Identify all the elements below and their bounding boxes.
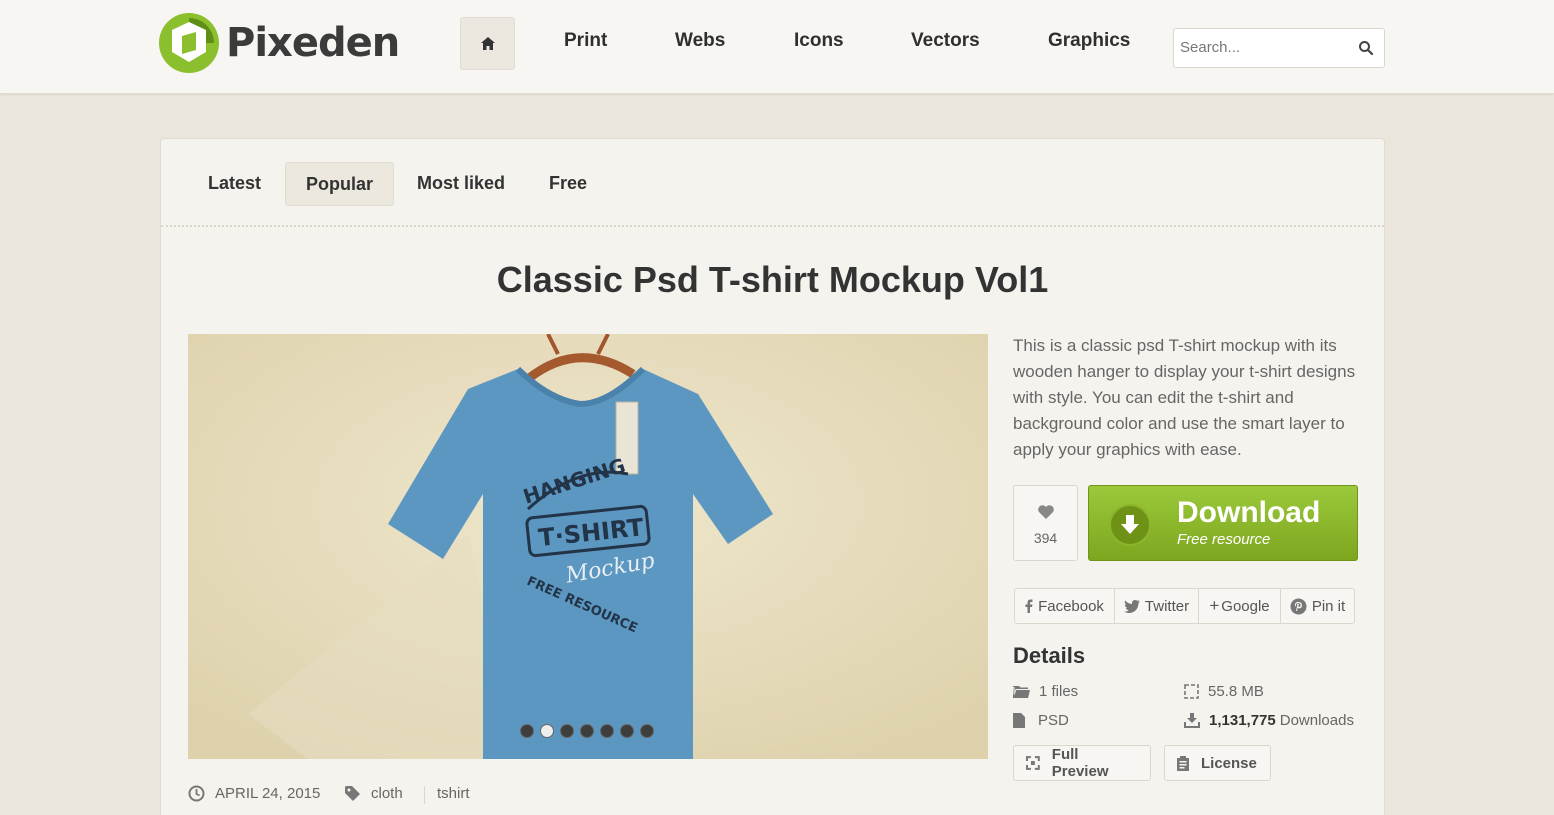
pixeden-logo-icon xyxy=(159,13,219,73)
home-icon xyxy=(480,37,495,50)
search-icon[interactable] xyxy=(1358,40,1374,56)
files-count: 1 files xyxy=(1039,683,1079,700)
nav-webs[interactable]: Webs xyxy=(675,30,725,52)
tab-latest[interactable]: Latest xyxy=(188,162,281,206)
nav-graphics[interactable]: Graphics xyxy=(1048,30,1130,52)
file-icon xyxy=(1013,713,1025,728)
main-panel: Latest Popular Most liked Free Classic P… xyxy=(160,138,1385,815)
tab-free[interactable]: Free xyxy=(529,162,607,206)
download-arrow-icon xyxy=(1121,515,1139,534)
downloads-label: Downloads xyxy=(1279,712,1354,729)
download-tray-icon xyxy=(1184,713,1200,728)
detail-files: 1 files xyxy=(1013,683,1078,700)
detail-format: PSD xyxy=(1013,712,1069,729)
file-size: 55.8 MB xyxy=(1208,683,1264,700)
divider xyxy=(161,225,1384,227)
share-google-label: Google xyxy=(1221,597,1270,615)
product-description: This is a classic psd T-shirt mockup wit… xyxy=(1013,336,1356,459)
download-sublabel: Free resource xyxy=(1177,531,1271,548)
like-button[interactable]: 394 xyxy=(1013,485,1078,561)
logo[interactable]: Pixeden xyxy=(158,12,400,74)
download-circle xyxy=(1109,504,1151,546)
nav-print[interactable]: Print xyxy=(564,30,607,52)
clock-icon xyxy=(188,785,205,802)
expand-icon xyxy=(1184,684,1199,699)
share-twitter[interactable]: Twitter xyxy=(1115,589,1199,623)
twitter-icon xyxy=(1123,599,1140,613)
nav-icons[interactable]: Icons xyxy=(794,30,844,52)
slider-dots xyxy=(520,724,654,738)
search-input[interactable] xyxy=(1180,39,1350,56)
slider-dot[interactable] xyxy=(520,724,534,738)
tag-item: tshirt xyxy=(437,785,470,802)
share-pinterest-label: Pin it xyxy=(1311,597,1346,615)
download-button[interactable]: Download Free resource xyxy=(1088,485,1358,561)
facebook-icon xyxy=(1025,599,1033,613)
product-preview-image[interactable]: HANGING T·SHIRT Mockup FREE RESOURCE xyxy=(188,334,988,759)
full-preview-button[interactable]: Full Preview xyxy=(1013,745,1151,781)
detail-size: 55.8 MB xyxy=(1184,683,1264,700)
pinterest-icon xyxy=(1290,598,1307,614)
nav-home-button[interactable] xyxy=(460,17,515,70)
logo-text: Pixeden xyxy=(226,20,400,66)
slider-dot[interactable] xyxy=(640,724,654,738)
slider-dot[interactable] xyxy=(620,724,634,738)
file-format: PSD xyxy=(1038,712,1069,729)
fullscreen-icon xyxy=(1026,756,1040,770)
share-pinterest[interactable]: Pin it xyxy=(1281,589,1354,623)
publish-date: APRIL 24, 2015 xyxy=(188,785,320,802)
tag-list: cloth xyxy=(345,785,403,802)
detail-downloads: 1,131,775 Downloads xyxy=(1184,712,1354,729)
share-twitter-label: Twitter xyxy=(1144,597,1190,615)
heart-icon xyxy=(1038,505,1054,519)
tag-icon xyxy=(345,785,360,801)
tag-cloth[interactable]: cloth xyxy=(371,785,403,802)
download-label: Download xyxy=(1177,496,1321,529)
filter-tabs: Latest Popular Most liked Free xyxy=(161,139,1384,227)
date-text: APRIL 24, 2015 xyxy=(215,785,321,802)
share-google[interactable]: + Google xyxy=(1199,589,1281,623)
site-header: Pixeden Print Webs Icons Vectors Graphic… xyxy=(0,0,1554,94)
share-facebook[interactable]: Facebook xyxy=(1015,589,1115,623)
slider-dot[interactable] xyxy=(540,724,554,738)
tag-separator xyxy=(424,786,425,804)
clipboard-icon xyxy=(1177,755,1189,771)
share-bar: Facebook Twitter + Google Pin it xyxy=(1014,588,1355,624)
plus-icon: + xyxy=(1209,596,1220,615)
share-facebook-label: Facebook xyxy=(1038,597,1104,615)
tab-popular[interactable]: Popular xyxy=(285,162,395,206)
search-box xyxy=(1173,28,1385,68)
slider-dot[interactable] xyxy=(580,724,594,738)
like-count: 394 xyxy=(1033,530,1058,546)
tab-most-liked[interactable]: Most liked xyxy=(397,162,525,206)
folder-icon xyxy=(1013,685,1030,698)
page-title: Classic Psd T-shirt Mockup Vol1 xyxy=(496,259,1049,300)
slider-dot[interactable] xyxy=(600,724,614,738)
details-heading: Details xyxy=(1013,643,1086,668)
downloads-count: 1,131,775 xyxy=(1209,712,1276,729)
license-label: License xyxy=(1201,754,1257,772)
license-button[interactable]: License xyxy=(1164,745,1271,781)
full-preview-label: Full Preview xyxy=(1051,746,1109,780)
nav-vectors[interactable]: Vectors xyxy=(911,30,980,52)
tag-tshirt[interactable]: tshirt xyxy=(437,785,470,802)
slider-dot[interactable] xyxy=(560,724,574,738)
tshirt-mockup-image: HANGING T·SHIRT Mockup FREE RESOURCE xyxy=(188,334,988,759)
